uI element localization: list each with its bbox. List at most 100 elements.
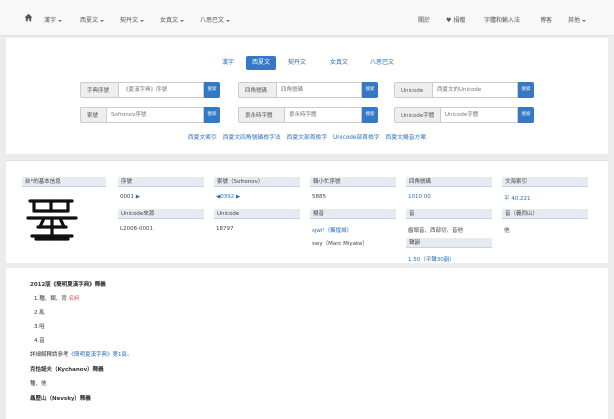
search-panel: 漢字 西夏文 契丹文 女真文 八思巴文 字典序號 搜索 四角號碼 搜索 Unic… [6,38,608,154]
nav-blog-link[interactable]: 博客 [540,15,552,24]
reference-link[interactable]: 《簡明夏漢字典》第1頁。 [69,352,133,358]
definition-item: 1.種、類、背 名詞 [34,294,80,302]
sofronov-search-button[interactable]: 搜索 [204,107,220,123]
header-shengyun: 聲韻 [406,238,492,248]
search-label: Unicode字體 [394,107,440,123]
definitions-panel: 2012版《簡明夏漢字典》釋義 1.種、類、背 名詞 2.亂 3.咀 4.音 詳… [6,268,608,419]
seq-text: 0001 [120,194,134,200]
header-yin2: 音（義同山） [502,209,588,219]
caret-down-icon [58,19,63,22]
link-tangut-index[interactable]: 西夏文索引 [188,135,217,141]
caret-down-icon [140,19,145,22]
four-corner-search-button[interactable]: 搜索 [362,82,378,98]
home-icon[interactable] [24,13,33,22]
nav-menu-other[interactable]: 其他 [568,15,587,24]
tab-hanzi[interactable]: 漢字 [218,56,238,70]
top-navbar: 漢字 西夏文 契丹文 女真文 八思巴文 關於 ♥ 捐贈 字體和輸入法 博客 其他 [0,0,614,36]
nav-menu-khitan[interactable]: 契丹文 [120,15,145,24]
sofronov-text: 0392 [220,194,235,200]
definition-heading: 聶歷山（Nevsky）釋義 [30,396,91,402]
nav-label: 漢字 [44,17,57,24]
header-source: Unicode來源 [118,209,204,219]
link-four-corner-method[interactable]: 西夏文四角號碼檢字法 [223,135,281,141]
pron1-value[interactable]: sjwi¹（龔煌城） [312,226,352,234]
next-icon[interactable]: ▶ [236,194,240,200]
nav-menu-hanzi[interactable]: 漢字 [44,15,63,24]
seq-value[interactable]: 0001 ▶ [120,194,140,200]
definition-heading: 2012版《簡明夏漢字典》釋義 [30,282,106,288]
nav-font-input-link[interactable]: 字體和輸入法 [484,15,520,24]
header-unicode: Unicode [214,209,300,219]
link-radical-index[interactable]: 西夏文部首檢字 [287,135,328,141]
search-group-unicode: Unicode 搜索 [394,82,534,98]
definition-item: 4.音 [34,338,45,344]
jing-font-search-button[interactable]: 搜索 [362,107,378,123]
tab-tangut[interactable]: 西夏文 [246,56,277,70]
nav-menu-tangut[interactable]: 西夏文 [80,15,105,24]
pron2-value: swy（Marc Miyake） [312,241,368,247]
tangut-glyph-image [26,199,78,241]
nav-menu-jurchen[interactable]: 女真文 [160,15,185,24]
search-label: 四角號碼 [238,82,276,98]
caret-down-icon [100,19,105,22]
search-label: 景永時字體 [238,107,284,123]
caret-down-icon [180,19,185,22]
dict-number-search-button[interactable]: 搜索 [204,82,220,98]
info-title: 𘈷*的基本信息 [22,177,106,187]
search-label: Unicode [394,82,432,98]
shengyun-value[interactable]: 1.50（平聲30韻） [408,255,455,263]
sofronov-value[interactable]: ◀0392 ▶ [216,194,240,200]
sofronov-input[interactable] [106,107,204,123]
header-fourcorner: 四角號碼 [406,177,492,187]
character-info-panel: 𘈷*的基本信息 序號 索號（Sofronov） 韓小忙序號 四角號碼 文海索引 … [6,160,608,263]
header-seq: 序號 [118,177,204,187]
search-label: 字典序號 [80,82,118,98]
yin2-value: 他 [504,228,510,234]
definition-text: 種、他 [30,381,47,387]
definition-text: 1.種、類、背 [34,296,67,302]
dict-number-input[interactable] [118,82,204,98]
search-group-unicode-font: Unicode字體 搜索 [394,107,534,123]
nav-label: 契丹文 [120,17,139,24]
unicode-search-button[interactable]: 搜索 [518,82,534,98]
nav-label: 女真文 [160,17,179,24]
search-group-sofronov: 索號 搜索 [80,107,220,123]
unicode-input[interactable] [432,82,518,98]
tab-jurchen[interactable]: 女真文 [326,56,352,70]
nav-about-link[interactable]: 關於 [418,15,430,24]
definition-item: 3.咀 [34,324,45,330]
source-value: L2008-0001 [120,226,154,232]
nav-label: 西夏文 [80,17,99,24]
unicode-font-search-button[interactable]: 搜索 [518,107,534,123]
wenhai-value[interactable]: 平 40.221 [504,194,531,202]
nav-donate-link[interactable]: ♥ 捐贈 [446,15,465,24]
definition-heading: 克恰諾夫（Kychanov）釋義 [30,367,104,373]
nav-label: 捐贈 [453,17,466,24]
header-han: 韓小忙序號 [310,177,396,187]
fourcorner-value[interactable]: 1010 00 [408,194,431,200]
definition-item: 2.亂 [34,310,45,316]
heart-icon: ♥ [446,17,452,24]
header-pron: 擬音 [310,209,396,219]
next-icon[interactable]: ▶ [136,194,140,200]
header-wenhai: 文海索引 [502,177,588,187]
caret-down-icon [226,19,231,22]
unicode-font-input[interactable] [440,107,518,123]
caret-down-icon [582,19,587,22]
unicode-value: 18797 [216,226,234,232]
four-corner-input[interactable] [276,82,362,98]
yin-value: 齒頭音、西部切、音他 [408,228,464,234]
reference-line: 詳細解釋請參考《簡明夏漢字典》第1頁。 [30,350,133,358]
header-sofronov: 索號（Sofronov） [214,177,300,187]
search-group-four-corner: 四角號碼 搜索 [238,82,378,98]
link-phonetic-scheme[interactable]: 西夏文擬音方案 [386,135,427,141]
jing-font-input[interactable] [284,107,362,123]
nav-menu-phagspa[interactable]: 八思巴文 [200,15,231,24]
tab-khitan[interactable]: 契丹文 [284,56,310,70]
index-links: 西夏文索引 西夏文四角號碼檢字法 西夏文部首檢字 Unicode部首檢字 西夏文… [6,132,608,141]
search-group-dict-number: 字典序號 搜索 [80,82,220,98]
link-unicode-radical-index[interactable]: Unicode部首檢字 [333,135,380,141]
tab-phagspa[interactable]: 八思巴文 [366,56,398,70]
pos-badge: 名詞 [68,296,80,302]
search-group-jing-font: 景永時字體 搜索 [238,107,378,123]
